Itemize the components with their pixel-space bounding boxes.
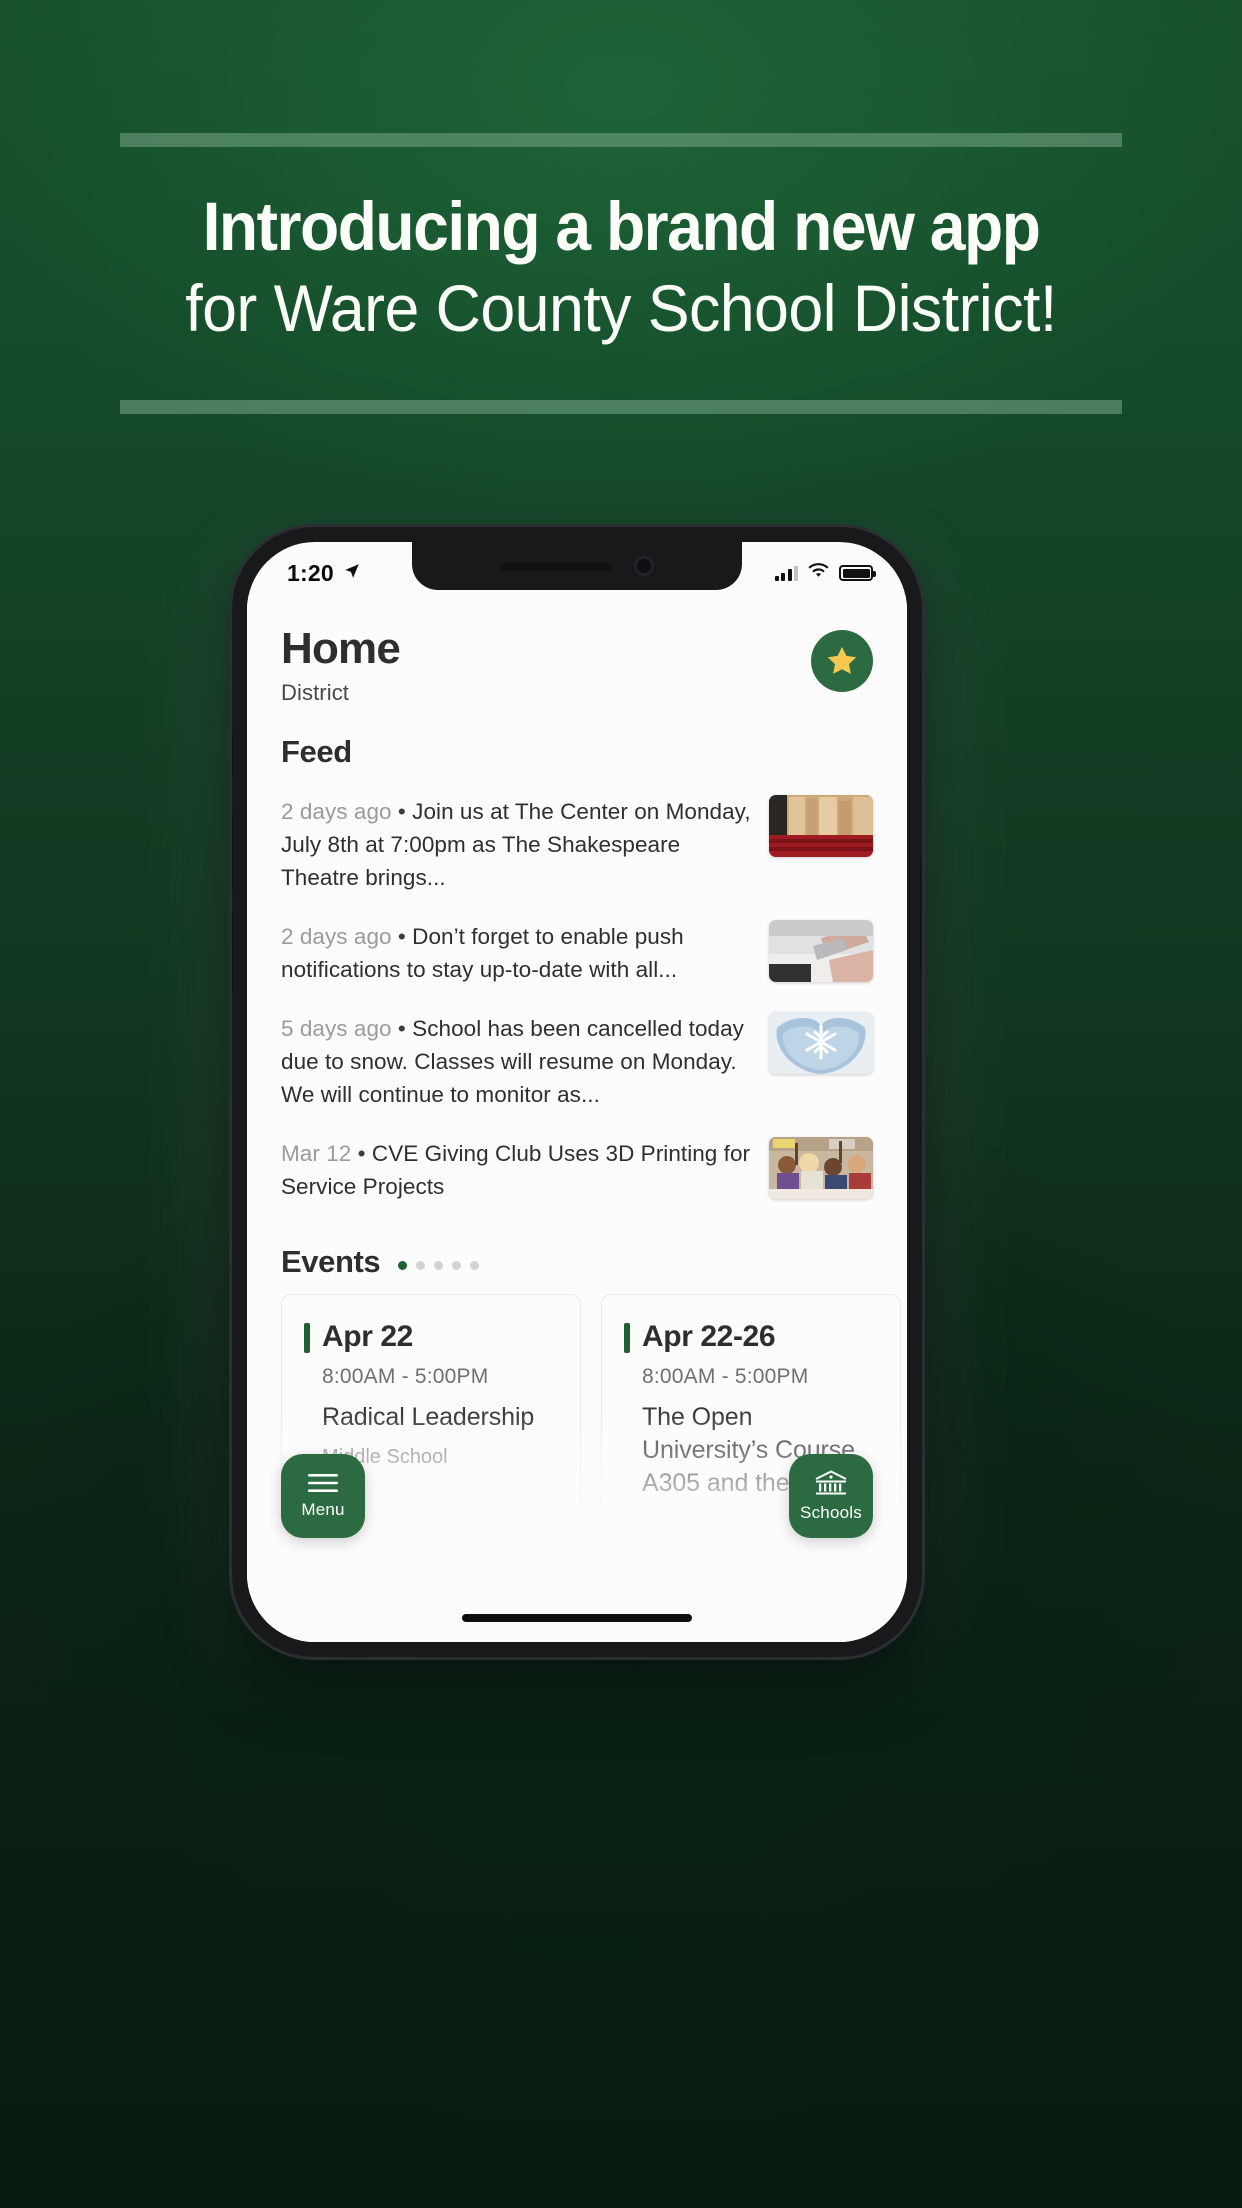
feed-item-text: 5 days ago • School has been cancelled t…	[281, 1012, 751, 1111]
volume-down-button[interactable]	[232, 912, 234, 992]
earpiece-speaker	[500, 561, 612, 571]
phone-mockup: 1:20 Home District Feed 2 days ago • Joi…	[232, 527, 922, 1657]
feed-item-timestamp: 2 days ago	[281, 924, 392, 949]
list-item[interactable]: 2 days ago • Join us at The Center on Mo…	[281, 782, 873, 907]
event-name: Radical Leadership	[322, 1403, 535, 1431]
event-date: Apr 22-26	[624, 1319, 880, 1355]
schools-button-label: Schools	[800, 1502, 862, 1522]
list-item[interactable]: 2 days ago • Don’t forget to enable push…	[281, 907, 873, 999]
events-pagination-dots[interactable]	[398, 1261, 480, 1270]
power-button[interactable]	[920, 857, 922, 975]
divider-top	[120, 133, 1122, 147]
pagination-dot[interactable]	[452, 1261, 462, 1270]
schools-button[interactable]: Schools	[789, 1454, 873, 1538]
theater-interior-thumbnail[interactable]	[769, 795, 873, 857]
status-bar-left: 1:20	[287, 560, 361, 587]
hands-with-phone-thumbnail[interactable]	[769, 920, 873, 982]
headline-line-1: Introducing a brand new app	[202, 188, 1041, 265]
feed-item-body: CVE Giving Club Uses 3D Printing for Ser…	[281, 1141, 751, 1199]
menu-meal-label: Breakfast	[281, 1636, 873, 1642]
feed-item-text: 2 days ago • Join us at The Center on Mo…	[281, 795, 751, 894]
pagination-dot[interactable]	[434, 1261, 444, 1270]
snowflake-mittens-thumbnail[interactable]	[769, 1012, 873, 1074]
pagination-dot[interactable]	[470, 1261, 480, 1270]
events-section-label: Events	[281, 1244, 381, 1279]
app-header: Home District	[281, 594, 873, 706]
status-bar-right	[774, 562, 876, 584]
page-subtitle: District	[281, 680, 350, 705]
feed-item-timestamp: Mar 12	[281, 1141, 352, 1166]
wifi-icon	[808, 562, 829, 584]
pagination-dot[interactable]	[416, 1261, 426, 1270]
page-title: Home	[281, 624, 401, 673]
feed-item-separator: •	[397, 1016, 406, 1041]
home-indicator[interactable]	[462, 1614, 692, 1622]
headline-line-2: for Ware County School District!	[185, 271, 1057, 345]
menu-button[interactable]: Menu	[281, 1454, 365, 1538]
feed-item-separator: •	[357, 1141, 366, 1166]
star-avatar-icon[interactable]	[811, 630, 873, 692]
list-item[interactable]: Mar 12 • CVE Giving Club Uses 3D Printin…	[281, 1124, 873, 1216]
phone-notch	[412, 542, 742, 590]
feed-item-timestamp: 2 days ago	[281, 799, 392, 824]
battery-full-icon	[839, 565, 876, 581]
volume-up-button[interactable]	[232, 812, 234, 892]
classroom-students-thumbnail[interactable]	[769, 1137, 873, 1199]
feed-item-timestamp: 5 days ago	[281, 1016, 392, 1041]
events-carousel[interactable]: Apr 22 8:00AM - 5:00PM Radical Leadershi…	[281, 1294, 901, 1556]
feed-item-text: Mar 12 • CVE Giving Club Uses 3D Printin…	[281, 1137, 751, 1203]
event-time: 8:00AM - 5:00PM	[322, 1365, 489, 1388]
poster-background: Introducing a brand new app for Ware Cou…	[0, 0, 1242, 2208]
event-date: Apr 22	[304, 1319, 560, 1355]
events-section-title: Events	[281, 1244, 873, 1280]
location-arrow-icon	[343, 562, 361, 585]
feed-item-separator: •	[397, 799, 406, 824]
poster-headline: Introducing a brand new app for Ware Cou…	[0, 186, 1242, 348]
feed-item-separator: •	[397, 924, 406, 949]
hamburger-menu-icon	[308, 1473, 338, 1493]
event-time: 8:00AM - 5:00PM	[642, 1365, 809, 1388]
phone-screen: 1:20 Home District Feed 2 days ago • Joi…	[247, 542, 907, 1642]
front-camera-icon	[634, 556, 654, 576]
pagination-dot[interactable]	[398, 1261, 408, 1270]
app-header-text: Home District	[281, 624, 401, 706]
status-time: 1:20	[287, 559, 334, 586]
divider-bottom	[120, 400, 1122, 414]
feed-section-label: Feed	[281, 734, 352, 769]
list-item[interactable]: 5 days ago • School has been cancelled t…	[281, 999, 873, 1124]
feed-item-text: 2 days ago • Don’t forget to enable push…	[281, 920, 751, 986]
cellular-signal-icon	[774, 565, 798, 581]
menu-button-label: Menu	[301, 1499, 345, 1519]
mute-switch[interactable]	[232, 732, 234, 776]
school-building-icon	[814, 1470, 848, 1496]
feed-list: 2 days ago • Join us at The Center on Mo…	[281, 782, 873, 1216]
feed-section-title: Feed	[281, 734, 873, 770]
